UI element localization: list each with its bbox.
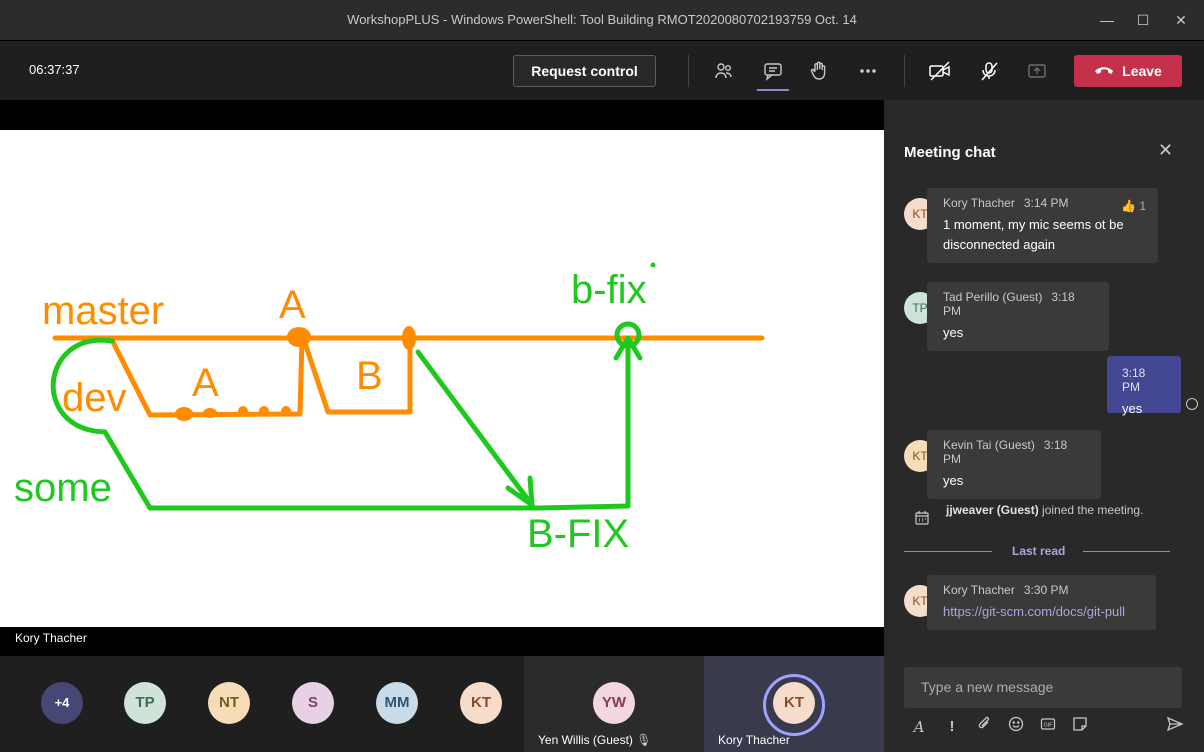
calendar-join-icon <box>914 510 930 529</box>
window-title: WorkshopPLUS - Windows PowerShell: Tool … <box>347 12 857 27</box>
thumbs-up-icon: 👍 <box>1121 199 1136 213</box>
message-bubble[interactable]: Kory Thacher 3:30 PM https://git-scm.com/… <box>927 575 1156 630</box>
participant-avatar[interactable]: MM <box>376 682 418 724</box>
participant-avatar[interactable]: KT <box>460 682 502 724</box>
tile-name: Yen Willis (Guest) 🎙︎ <box>538 733 652 747</box>
whiteboard-canvas[interactable]: master dev A A B some b-fix B-FIX <box>0 130 884 627</box>
chat-icon[interactable] <box>758 57 788 85</box>
raise-hand-icon[interactable] <box>804 57 834 85</box>
meeting-toolbar: 06:37:37 Request control Leave <box>0 40 1204 100</box>
attach-icon[interactable] <box>973 716 995 738</box>
participant-avatar[interactable]: NT <box>208 682 250 724</box>
video-tile-yen-willis[interactable]: YW Yen Willis (Guest) 🎙︎ <box>524 656 704 752</box>
label-commit-a-dev: A <box>192 361 219 405</box>
participants-icon[interactable] <box>709 57 739 85</box>
send-icon[interactable] <box>1164 716 1186 738</box>
participant-avatar: YW <box>593 682 635 724</box>
label-some: some <box>14 466 112 510</box>
video-tile-kory-thacher[interactable]: KT Kory Thacher <box>704 656 884 752</box>
commit-dot <box>281 406 291 416</box>
system-message: jjweaver (Guest) joined the meeting. <box>904 502 1174 525</box>
label-b-fix: b-fix <box>571 268 647 312</box>
label-dev: dev <box>62 376 127 420</box>
last-read-divider: Last read <box>904 544 1170 558</box>
close-chat-icon[interactable]: ✕ <box>1158 140 1173 161</box>
camera-off-icon[interactable] <box>925 57 955 85</box>
svg-text:GIF: GIF <box>1044 723 1054 729</box>
message-bubble[interactable]: Tad Perillo (Guest) 3:18 PM yes <box>927 282 1109 351</box>
leave-button[interactable]: Leave <box>1074 55 1182 87</box>
important-icon[interactable]: ! <box>941 716 963 738</box>
emoji-icon[interactable] <box>1005 716 1027 738</box>
participant-avatar[interactable]: S <box>292 682 334 724</box>
my-message-bubble[interactable]: 3:18 PM yes <box>1107 356 1181 416</box>
commit-dot <box>203 408 217 418</box>
label-commit-b: B <box>356 354 383 398</box>
commit-dot <box>402 326 416 350</box>
git-pull-link[interactable]: https://git-scm.com/docs/git-pull <box>943 602 1140 622</box>
more-options-icon[interactable] <box>853 57 883 85</box>
toolbar-divider <box>904 55 905 87</box>
label-master: master <box>42 289 164 333</box>
meeting-chat-panel: Meeting chat ✕ KT Kory Thacher 3:14 PM 👍 … <box>884 100 1204 752</box>
label-b-fix-upper: B-FIX <box>527 512 629 556</box>
leave-label: Leave <box>1122 63 1162 79</box>
label-commit-a-master: A <box>279 283 306 327</box>
mic-muted-icon[interactable] <box>974 57 1004 85</box>
format-icon[interactable]: A <box>908 716 930 738</box>
merge-arrow-line <box>415 349 535 508</box>
presenter-name-tag: Kory Thacher <box>6 627 96 649</box>
overflow-participants-button[interactable]: +4 <box>41 682 83 724</box>
mic-muted-icon: 🎙︎ <box>636 733 652 747</box>
request-control-button[interactable]: Request control <box>513 55 656 87</box>
close-window-icon[interactable]: ✕ <box>1158 6 1204 34</box>
hang-up-icon <box>1094 63 1114 79</box>
commit-dot <box>175 407 193 421</box>
participant-avatar[interactable]: TP <box>124 682 166 724</box>
sticker-icon[interactable] <box>1069 716 1091 738</box>
share-tray-icon[interactable] <box>1022 57 1052 85</box>
message-compose-input[interactable]: Type a new message <box>904 667 1182 708</box>
participant-roster: +4 TP NT S MM KT YW Yen Willis (Guest) 🎙… <box>0 656 884 752</box>
some-branch-path <box>50 335 631 511</box>
commit-dot <box>238 406 248 416</box>
tile-name: Kory Thacher <box>718 733 790 747</box>
chat-title: Meeting chat <box>904 144 996 161</box>
meeting-timer: 06:37:37 <box>29 62 80 77</box>
commit-dot <box>259 406 269 416</box>
chat-active-indicator <box>757 89 789 91</box>
toolbar-divider <box>688 55 689 87</box>
like-reaction[interactable]: 👍 1 <box>1121 199 1146 213</box>
commit-dot <box>287 327 311 347</box>
gif-icon[interactable]: GIF <box>1037 716 1059 738</box>
participant-avatar: KT <box>773 682 815 724</box>
seen-check-icon <box>1186 398 1198 410</box>
ink-dot <box>650 262 656 268</box>
title-bar: WorkshopPLUS - Windows PowerShell: Tool … <box>0 0 1204 40</box>
message-bubble[interactable]: Kory Thacher 3:14 PM 👍 1 1 moment, my mic… <box>927 188 1158 263</box>
message-bubble[interactable]: Kevin Tai (Guest) 3:18 PM yes <box>927 430 1101 499</box>
